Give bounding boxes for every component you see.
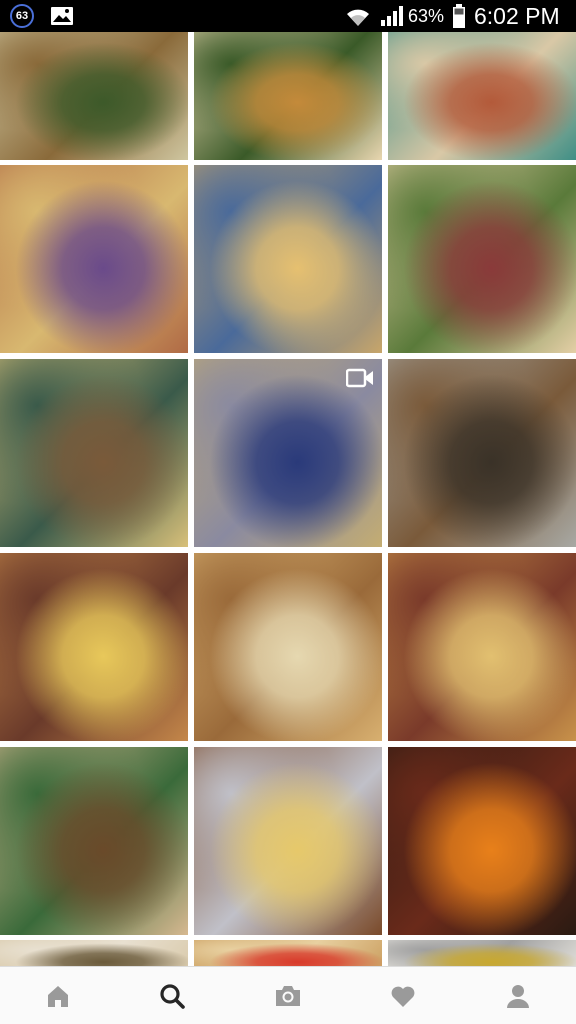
camera-icon — [276, 986, 300, 1006]
photo-tile-table-with-flowers-dishes[interactable] — [0, 165, 188, 353]
photo-image — [388, 747, 576, 935]
photo-tile-saffron-rice-dish[interactable] — [194, 32, 382, 160]
photo-image — [0, 747, 188, 935]
battery-icon — [453, 4, 465, 28]
photo-tile-cheese-pie-tray[interactable] — [0, 553, 188, 741]
photo-tile-partial-tile-2[interactable] — [194, 940, 382, 966]
photo-tile-partial-tile-3[interactable] — [388, 940, 576, 966]
gallery-icon — [51, 7, 73, 25]
photo-image — [388, 553, 576, 741]
photo-tile-grilled-burger-fire[interactable] — [388, 747, 576, 935]
wifi-icon — [347, 9, 369, 26]
photo-image — [388, 940, 576, 966]
photo-tile-persian-dishes-platter[interactable] — [0, 32, 188, 160]
photo-image — [388, 359, 576, 547]
video-icon — [346, 368, 373, 388]
photo-tile-nachos-plate[interactable] — [194, 165, 382, 353]
photo-image — [194, 165, 382, 353]
photo-tile-pizza-slices[interactable] — [388, 553, 576, 741]
notification-badge-icon: 63 — [10, 4, 34, 28]
photo-tile-logo-card-video[interactable] — [194, 359, 382, 547]
photo-tile-bread-and-sides[interactable] — [0, 747, 188, 935]
search-icon — [160, 984, 185, 1009]
photo-tile-wrap-sandwich[interactable] — [388, 165, 576, 353]
photo-image — [194, 32, 382, 160]
photo-image — [194, 553, 382, 741]
profile-icon — [507, 985, 529, 1008]
heart-icon — [391, 986, 415, 1007]
photo-image — [388, 32, 576, 160]
photo-tile-lasagna-plate[interactable] — [194, 553, 382, 741]
photo-grid — [0, 32, 576, 966]
photo-image — [194, 940, 382, 966]
battery-percent: 63% — [408, 6, 445, 26]
clock: 6:02 PM — [474, 3, 560, 29]
photo-tile-stone-wall-cafe[interactable] — [388, 359, 576, 547]
bottom-navigation — [0, 966, 576, 1024]
search-tab[interactable] — [155, 979, 189, 1013]
home-icon — [48, 986, 68, 1007]
photo-image — [194, 747, 382, 935]
photo-image — [388, 165, 576, 353]
photo-tile-partial-tile-1[interactable] — [0, 940, 188, 966]
photo-tile-traditional-room-table[interactable] — [388, 32, 576, 160]
signal-icon — [381, 6, 403, 26]
activity-tab[interactable] — [386, 979, 420, 1013]
photo-tile-chandelier-hall[interactable] — [0, 359, 188, 547]
photo-image — [0, 940, 188, 966]
camera-tab[interactable] — [271, 979, 305, 1013]
home-tab[interactable] — [41, 979, 75, 1013]
photo-tile-roast-with-rice[interactable] — [194, 747, 382, 935]
profile-tab[interactable] — [501, 979, 535, 1013]
photo-image — [0, 553, 188, 741]
photo-image — [0, 165, 188, 353]
status-bar: 63 63% 6:02 PM — [0, 0, 576, 32]
photo-image — [0, 32, 188, 160]
photo-image — [0, 359, 188, 547]
